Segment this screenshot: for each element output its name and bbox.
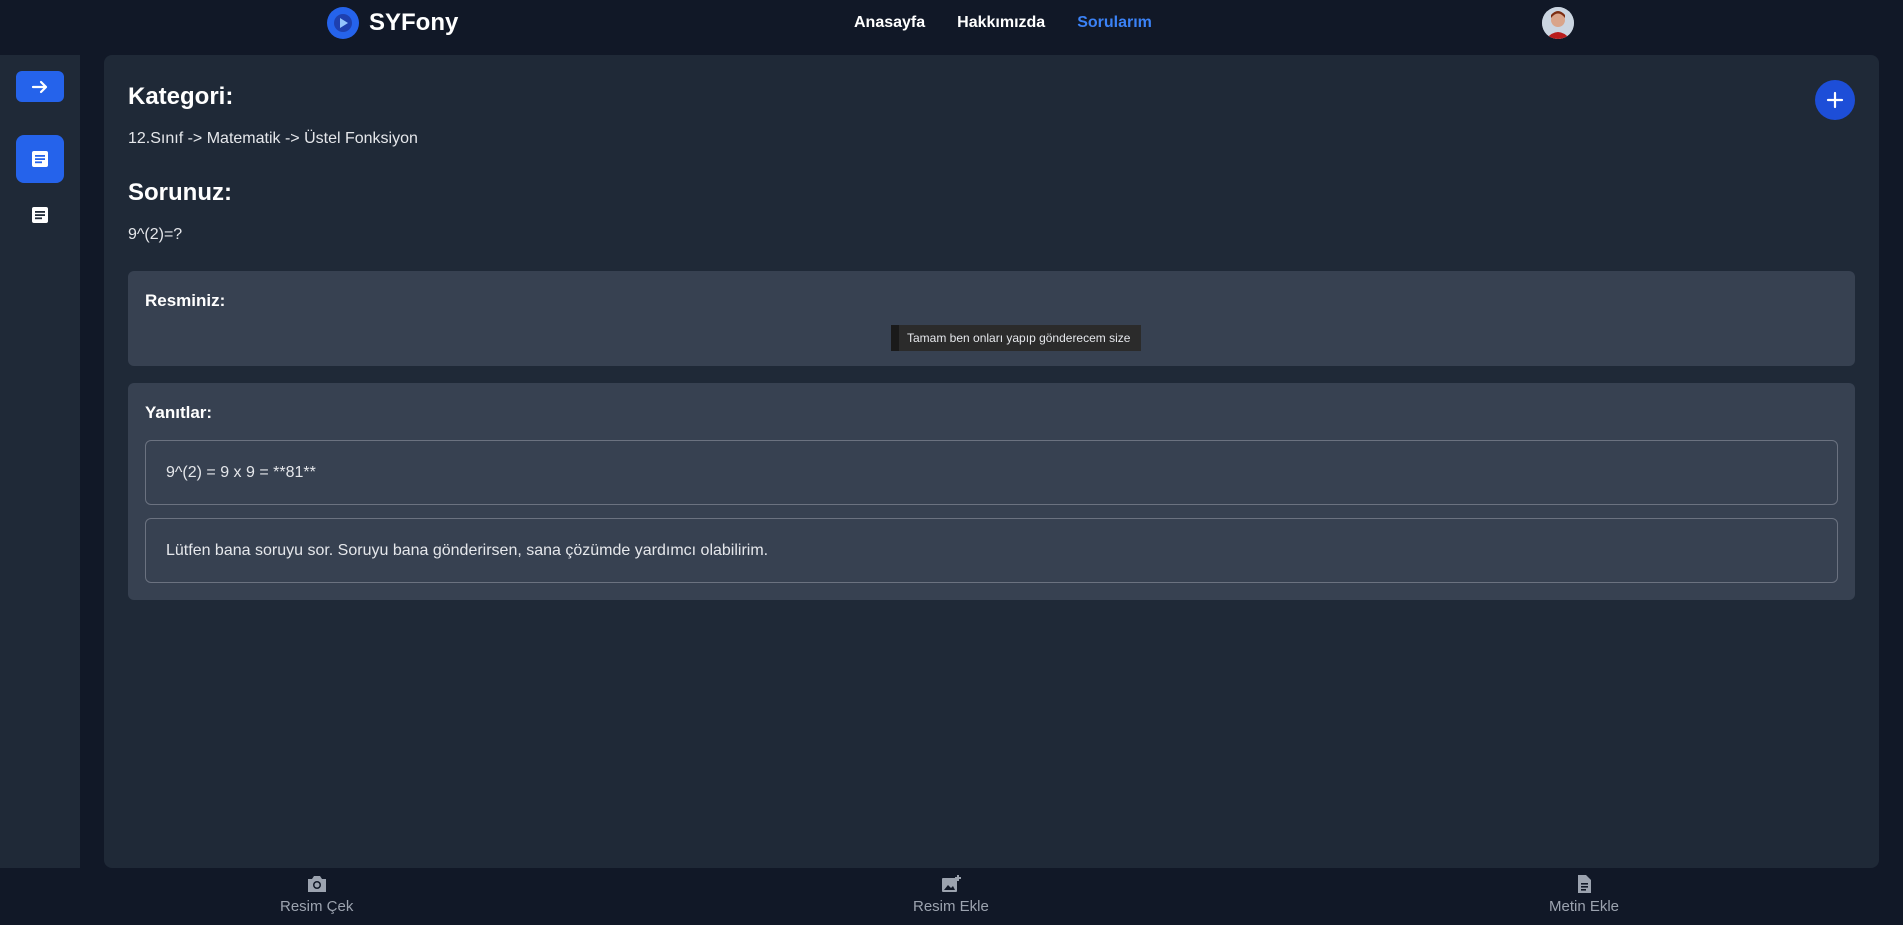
answer-text: 9^(2) = 9 x 9 = **81** bbox=[166, 463, 316, 481]
nav-link-home[interactable]: Anasayfa bbox=[854, 14, 925, 32]
document-icon bbox=[32, 207, 48, 223]
main-panel: Kategori: 12.Sınıf -> Matematik -> Üstel… bbox=[104, 55, 1879, 868]
image-card: Resminiz: Tamam ben onları yapıp göndere… bbox=[128, 271, 1855, 366]
answers-card: Yanıtlar: 9^(2) = 9 x 9 = **81** Lütfen … bbox=[128, 383, 1855, 600]
add-text-label: Metin Ekle bbox=[1549, 898, 1620, 915]
nav-link-my-questions[interactable]: Sorularım bbox=[1077, 14, 1152, 32]
take-photo-label: Resim Çek bbox=[280, 898, 354, 915]
brand-logo-icon bbox=[327, 7, 359, 39]
answer-item: Lütfen bana soruyu sor. Soruyu bana gönd… bbox=[145, 518, 1838, 583]
bottom-action-bar: Resim Çek Resim Ekle Metin Ekle bbox=[0, 868, 1903, 925]
nav-links: Anasayfa Hakkımızda Sorularım bbox=[854, 14, 1152, 32]
question-title: Sorunuz: bbox=[128, 179, 232, 206]
image-card-title: Resminiz: bbox=[145, 291, 226, 310]
nav-link-about[interactable]: Hakkımızda bbox=[957, 14, 1045, 32]
category-title: Kategori: bbox=[128, 83, 234, 110]
sidebar bbox=[0, 55, 80, 868]
answers-card-title: Yanıtlar: bbox=[145, 403, 213, 422]
add-text-button[interactable]: Metin Ekle bbox=[1549, 874, 1619, 915]
brand-name: SYFony bbox=[369, 9, 459, 36]
answer-text: Lütfen bana soruyu sor. Soruyu bana gönd… bbox=[166, 541, 769, 559]
sidebar-toggle-button[interactable] bbox=[16, 71, 64, 102]
sidebar-item-notes[interactable] bbox=[16, 191, 64, 239]
add-question-button[interactable] bbox=[1815, 80, 1855, 120]
question-text: 9^(2)=? bbox=[128, 226, 183, 243]
question-image-caption: Tamam ben onları yapıp gönderecem size bbox=[907, 331, 1131, 345]
question-image: Tamam ben onları yapıp gönderecem size bbox=[891, 325, 1141, 351]
add-image-label: Resim Ekle bbox=[913, 898, 989, 915]
camera-icon bbox=[307, 876, 326, 892]
arrow-right-icon bbox=[31, 80, 48, 93]
document-icon bbox=[1578, 875, 1592, 893]
avatar[interactable] bbox=[1542, 7, 1574, 39]
sidebar-item-questions[interactable] bbox=[16, 135, 64, 183]
category-path: 12.Sınıf -> Matematik -> Üstel Fonksiyon bbox=[128, 130, 418, 147]
answer-item: 9^(2) = 9 x 9 = **81** bbox=[145, 440, 1838, 505]
document-icon bbox=[32, 151, 48, 167]
top-navbar: SYFony Anasayfa Hakkımızda Sorularım bbox=[0, 0, 1903, 46]
brand[interactable]: SYFony bbox=[327, 7, 458, 39]
plus-icon bbox=[1826, 91, 1844, 109]
add-photo-icon bbox=[941, 875, 961, 892]
add-image-button[interactable]: Resim Ekle bbox=[913, 874, 989, 915]
take-photo-button[interactable]: Resim Çek bbox=[280, 874, 353, 915]
